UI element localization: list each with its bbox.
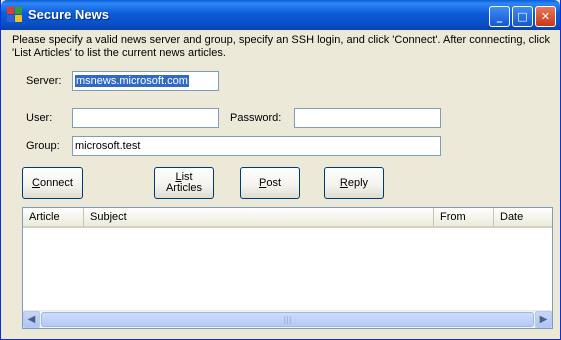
articles-list-header: Article Subject From Date [23, 208, 552, 228]
column-header-from[interactable]: From [434, 208, 494, 226]
close-icon: ✕ [540, 10, 551, 23]
user-label: User: [26, 112, 53, 124]
minimize-button[interactable]: _ [489, 6, 510, 27]
window-title: Secure News [28, 7, 109, 22]
column-header-article[interactable]: Article [23, 208, 84, 226]
password-label: Password: [230, 112, 282, 124]
minimize-icon: _ [496, 10, 503, 23]
scrollbar-thumb[interactable]: ||| [41, 312, 534, 327]
scrollbar-grip-icon: ||| [283, 315, 292, 324]
scroll-left-button[interactable]: ◀ [23, 311, 40, 328]
scroll-right-icon: ▶ [539, 314, 548, 325]
maximize-button[interactable]: □ [512, 6, 533, 27]
group-input-value: microsoft.test [75, 140, 141, 152]
column-header-subject[interactable]: Subject [84, 208, 434, 226]
articles-list[interactable]: Article Subject From Date ◀ ||| ▶ [22, 207, 553, 329]
server-label: Server: [26, 75, 62, 87]
server-input-value: msnews.microsoft.com [75, 75, 189, 87]
reply-button[interactable]: Reply [324, 167, 384, 199]
user-input[interactable] [72, 108, 219, 128]
password-input[interactable] [294, 108, 441, 128]
horizontal-scrollbar[interactable]: ◀ ||| ▶ [23, 310, 552, 328]
post-button-label: Post [258, 176, 282, 189]
server-input[interactable]: msnews.microsoft.com [72, 71, 219, 91]
connect-button[interactable]: Connect [22, 167, 83, 199]
scroll-right-button[interactable]: ▶ [535, 311, 552, 328]
close-button[interactable]: ✕ [535, 6, 556, 27]
scroll-left-icon: ◀ [27, 314, 36, 325]
app-icon [7, 7, 22, 22]
list-articles-label-line2: Articles [165, 182, 203, 194]
maximize-icon: □ [517, 10, 528, 23]
secure-news-window: Secure News _ □ ✕ Please specify a valid… [0, 0, 561, 340]
group-label: Group: [26, 140, 60, 152]
post-button[interactable]: Post [240, 167, 300, 199]
list-articles-button[interactable]: List Articles [154, 167, 214, 199]
column-header-date[interactable]: Date [494, 208, 552, 226]
title-bar[interactable]: Secure News _ □ ✕ [1, 0, 560, 30]
reply-button-label: Reply [339, 176, 369, 189]
instructions-text: Please specify a valid news server and g… [12, 34, 550, 59]
connect-button-label: Connect [32, 176, 73, 189]
group-input[interactable]: microsoft.test [72, 136, 441, 156]
